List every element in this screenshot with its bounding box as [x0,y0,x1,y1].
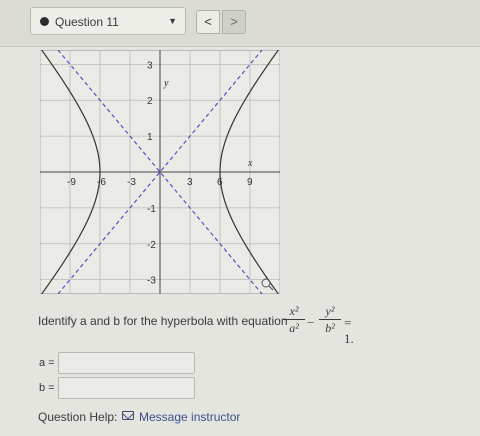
next-question-button[interactable]: > [222,10,246,34]
x-tick-label: 3 [187,177,193,188]
question-selector[interactable]: Question 11 ▼ [30,7,186,35]
x-tick-label: 9 [247,177,253,188]
question-label: Question 11 [55,15,119,29]
question-help-label: Question Help: [38,410,118,424]
eq-minus: − [307,315,315,330]
eq-numerator-y: y² [325,304,335,318]
x-tick-label: -6 [97,177,106,188]
b-input[interactable] [58,377,195,399]
eq-numerator-x: x² [289,304,299,318]
a-input[interactable] [58,352,195,374]
b-label: b = [39,382,55,394]
previous-question-button[interactable]: < [196,10,220,34]
eq-equals-one: = 1. [344,315,354,346]
x-tick-label: 6 [217,177,223,188]
y-tick-label: -2 [147,240,156,251]
eq-denominator-a: a² [289,321,299,335]
fraction-bar [283,319,305,320]
y-tick-label: 2 [147,96,153,107]
fraction-y-over-b: y² b² [319,304,341,335]
x-tick-label: -9 [67,177,76,188]
x-tick-label: -3 [127,177,136,188]
fraction-x-over-a: x² a² [283,304,305,335]
mail-icon[interactable] [122,411,134,420]
fraction-bar [319,319,341,320]
a-label: a = [39,357,55,369]
question-nav-bar: Question 11 ▼ < > [0,0,480,47]
y-tick-label: -3 [147,276,156,287]
hyperbola-graph: -9 -6 -3 3 6 9 3 2 1 -1 -2 -3 x y [40,50,280,294]
status-dot-icon [40,17,49,26]
message-instructor-link[interactable]: Message instructor [139,410,240,424]
y-tick-label: -1 [147,204,156,215]
y-tick-label: 1 [147,132,153,143]
chevron-down-icon: ▼ [168,16,177,26]
eq-denominator-b: b² [325,321,335,335]
x-axis-label: x [247,158,253,169]
y-axis-label: y [163,78,169,89]
question-prompt: Identify a and b for the hyperbola with … [38,314,288,328]
y-tick-label: 3 [147,60,153,71]
